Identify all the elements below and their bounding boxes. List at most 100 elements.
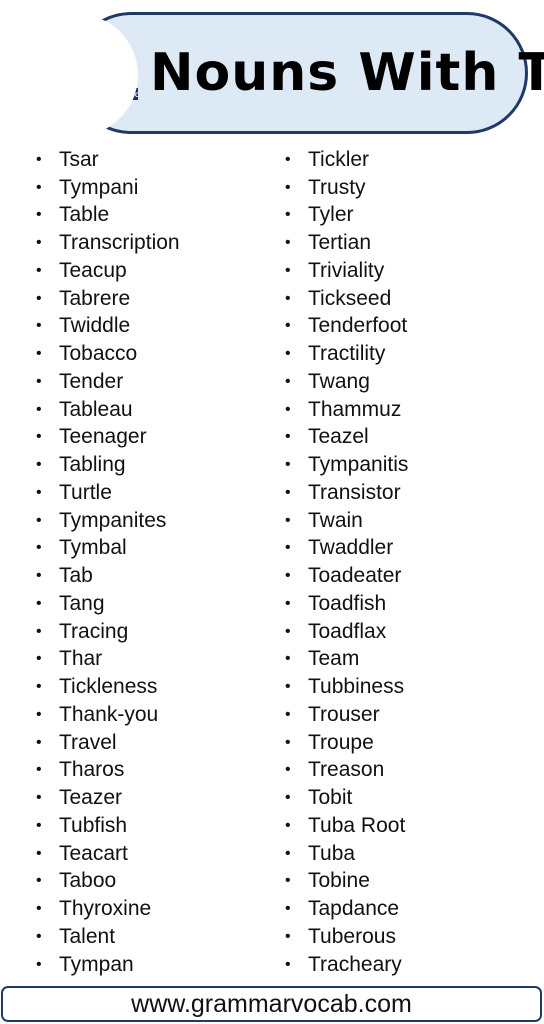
noun-text: Triviality (308, 258, 385, 282)
list-item: • Tobine (285, 868, 408, 896)
noun-text: Tractility (308, 342, 386, 366)
bullet-icon: • (36, 400, 42, 418)
noun-text: Travel (59, 730, 117, 754)
noun-text: Teenager (59, 425, 147, 449)
list-item: • Tabrere (36, 285, 180, 313)
noun-text: Tableau (59, 397, 133, 421)
list-item: • Taboo (36, 868, 180, 896)
list-item: • Thyroxine (36, 895, 180, 923)
bullet-icon: • (285, 539, 291, 557)
bullet-icon: • (36, 483, 42, 501)
bullet-icon: • (285, 317, 291, 335)
noun-text: Treason (308, 758, 385, 782)
noun-text: Turtle (59, 480, 112, 504)
list-item: • Twiddle (36, 313, 180, 341)
bullet-icon: • (36, 705, 42, 723)
list-item: • Table (36, 202, 180, 230)
bullet-icon: • (36, 733, 42, 751)
bullet-icon: • (285, 428, 291, 446)
noun-text: Troupe (308, 730, 374, 754)
list-item: • Tableau (36, 396, 180, 424)
bullet-icon: • (285, 400, 291, 418)
list-item: • Teacup (36, 257, 180, 285)
list-item: • Twang (285, 368, 408, 396)
noun-text: Tender (59, 369, 124, 393)
bullet-icon: • (285, 789, 291, 807)
list-item: • Twaddler (285, 535, 408, 563)
list-item: • Transistor (285, 479, 408, 507)
bullet-icon: • (285, 622, 291, 640)
noun-text: Tracing (59, 619, 129, 643)
noun-text: Tickseed (308, 286, 392, 310)
list-item: • Tyler (285, 202, 408, 230)
noun-text: Twiddle (59, 314, 131, 338)
bullet-icon: • (285, 594, 291, 612)
noun-list-left: • Tsar • Tympani • Table • Transcription • Teacup… (36, 146, 180, 979)
list-item: • Tenderfoot (285, 313, 408, 341)
noun-text: Twain (308, 508, 363, 532)
bullet-icon: • (36, 539, 42, 557)
bullet-icon: • (285, 511, 291, 529)
noun-text: Tabling (59, 453, 126, 477)
list-item: • Tymbal (36, 535, 180, 563)
list-item: • Tracheary (285, 951, 408, 979)
noun-text: Team (308, 647, 360, 671)
noun-text: Tsar (59, 147, 99, 171)
noun-text: Tyler (308, 203, 354, 227)
list-item: • Toadflax (285, 618, 408, 646)
list-item: • Teazer (36, 784, 180, 812)
noun-text: Tapdance (308, 897, 400, 921)
bullet-icon: • (285, 178, 291, 196)
bullet-icon: • (36, 789, 42, 807)
noun-text: Tracheary (308, 952, 402, 976)
website-url[interactable]: www.grammarvocab.com (131, 990, 412, 1019)
bullet-icon: • (285, 150, 291, 168)
noun-text: Tuberous (308, 924, 396, 948)
list-item: • Tertian (285, 229, 408, 257)
list-item: • Tuberous (285, 923, 408, 951)
bullet-icon: • (36, 594, 42, 612)
noun-text: Trusty (308, 175, 366, 199)
list-item: • Tickseed (285, 285, 408, 313)
list-item: • Talent (36, 923, 180, 951)
noun-text: Tuba (308, 841, 356, 865)
bullet-icon: • (285, 705, 291, 723)
noun-text: Tympanites (59, 508, 167, 532)
bullet-icon: • (285, 872, 291, 890)
bullet-icon: • (36, 567, 42, 585)
noun-text: Toadflax (308, 619, 387, 643)
noun-text: Talent (59, 924, 116, 948)
noun-text: Taboo (59, 869, 117, 893)
bullet-icon: • (36, 234, 42, 252)
noun-text: Tympani (59, 175, 139, 199)
bullet-icon: • (36, 622, 42, 640)
noun-text: Teazer (59, 786, 123, 810)
noun-text: Tobacco (59, 342, 138, 366)
noun-text: Tharos (59, 758, 125, 782)
bullet-icon: • (285, 483, 291, 501)
noun-list-right: • Tickler • Trusty • Tyler • Tertian • Triviality… (285, 146, 408, 979)
bullet-icon: • (36, 511, 42, 529)
bullet-icon: • (36, 955, 42, 973)
bullet-icon: • (285, 261, 291, 279)
noun-text: Toadfish (308, 591, 387, 615)
bullet-icon: • (285, 567, 291, 585)
noun-text: Thammuz (308, 397, 402, 421)
bullet-icon: • (285, 372, 291, 390)
bullet-icon: • (285, 650, 291, 668)
list-item: • Tsar (36, 146, 180, 174)
list-item: • Tuba Root (285, 812, 408, 840)
bullet-icon: • (285, 678, 291, 696)
list-item: • Tuba (285, 840, 408, 868)
noun-text: Tenderfoot (308, 314, 408, 338)
noun-text: Tab (59, 564, 93, 588)
noun-text: Tertian (308, 231, 372, 255)
list-item: • Team (285, 646, 408, 674)
noun-text: Teacup (59, 258, 127, 282)
list-item: • Tobacco (36, 340, 180, 368)
bullet-icon: • (36, 372, 42, 390)
bullet-icon: • (36, 844, 42, 862)
list-item: • Twain (285, 507, 408, 535)
noun-text: Table (59, 203, 110, 227)
bullet-icon: • (36, 317, 42, 335)
